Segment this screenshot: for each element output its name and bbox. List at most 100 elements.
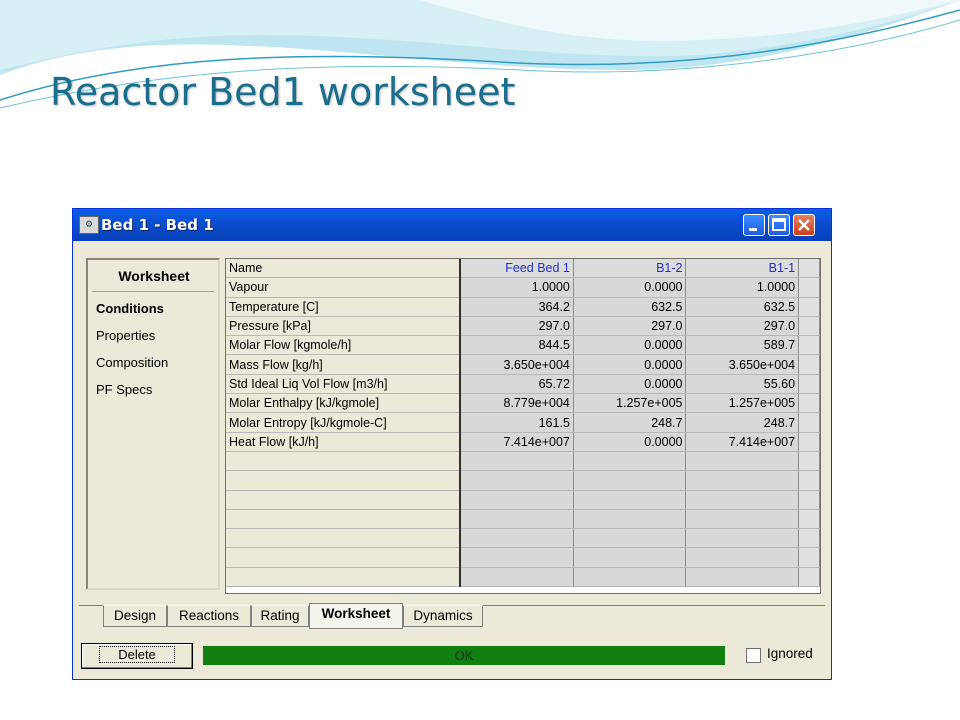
cell-b1-2[interactable]: 0.0000 [573, 277, 687, 298]
ignored-checkbox[interactable] [746, 648, 761, 663]
nav-item-properties[interactable]: Properties [96, 328, 155, 343]
empty-cell[interactable] [685, 451, 800, 472]
slide-title: Reactor Bed1 worksheet [50, 70, 516, 114]
empty-cell[interactable] [460, 567, 574, 588]
table-row: Pressure [kPa] 297.0 297.0 297.0 [226, 316, 820, 337]
close-button[interactable] [793, 214, 815, 236]
column-header-feed-bed-1[interactable]: Feed Bed 1 [460, 259, 574, 279]
empty-cell[interactable] [573, 547, 687, 568]
nav-item-conditions[interactable]: Conditions [96, 301, 164, 316]
empty-cell[interactable] [460, 470, 574, 491]
filler-cell [798, 412, 820, 433]
empty-cell[interactable] [573, 490, 687, 510]
filler-cell [798, 297, 820, 317]
cell-b1-1[interactable]: 297.0 [685, 316, 800, 337]
tab-dynamics[interactable]: Dynamics [403, 605, 483, 627]
cell-feed-bed-1[interactable]: 3.650e+004 [460, 354, 574, 375]
empty-cell[interactable] [573, 528, 687, 549]
filler-cell [798, 374, 820, 395]
table-header-row: Name Feed Bed 1 B1-2 B1-1 [226, 259, 820, 279]
cell-b1-2[interactable]: 297.0 [573, 316, 687, 337]
cell-feed-bed-1[interactable]: 1.0000 [460, 277, 574, 298]
hysys-app-icon[interactable]: ⚙ [79, 216, 99, 234]
empty-cell[interactable] [685, 509, 800, 530]
cell-feed-bed-1[interactable]: 65.72 [460, 374, 574, 395]
empty-cell[interactable] [460, 451, 574, 472]
empty-table-row [226, 509, 820, 530]
row-label: Molar Entropy [kJ/kgmole-C] [226, 412, 462, 433]
empty-row-label [226, 567, 462, 588]
nav-item-composition[interactable]: Composition [96, 355, 168, 370]
cell-b1-2[interactable]: 248.7 [573, 412, 687, 433]
empty-row-label [226, 528, 462, 549]
empty-table-row [226, 451, 820, 472]
empty-cell[interactable] [460, 490, 574, 510]
tab-worksheet[interactable]: Worksheet [309, 603, 403, 629]
filler-cell [798, 451, 820, 472]
cell-b1-1[interactable]: 1.0000 [685, 277, 800, 298]
cell-b1-2[interactable]: 1.257e+005 [573, 393, 687, 414]
table-row: Vapour 1.0000 0.0000 1.0000 [226, 277, 820, 298]
empty-cell[interactable] [685, 528, 800, 549]
cell-b1-2[interactable]: 632.5 [573, 297, 687, 317]
row-label: Heat Flow [kJ/h] [226, 432, 462, 452]
minimize-button[interactable] [743, 214, 765, 236]
cell-feed-bed-1[interactable]: 8.779e+004 [460, 393, 574, 414]
cell-feed-bed-1[interactable]: 7.414e+007 [460, 432, 574, 452]
row-label: Molar Flow [kgmole/h] [226, 335, 462, 356]
cell-b1-1[interactable]: 632.5 [685, 297, 800, 317]
empty-cell[interactable] [685, 547, 800, 568]
worksheet-nav: Worksheet Conditions Properties Composit… [86, 258, 220, 590]
column-header-b1-2[interactable]: B1-2 [573, 259, 687, 279]
cell-b1-2[interactable]: 0.0000 [573, 335, 687, 356]
empty-cell[interactable] [685, 470, 800, 491]
cell-feed-bed-1[interactable]: 297.0 [460, 316, 574, 337]
empty-cell[interactable] [573, 451, 687, 472]
tab-rating[interactable]: Rating [251, 605, 309, 627]
empty-cell[interactable] [573, 509, 687, 530]
row-label: Molar Enthalpy [kJ/kgmole] [226, 393, 462, 414]
filler-cell [798, 470, 820, 491]
filler-cell [798, 490, 820, 510]
window-titlebar[interactable]: ⚙ Bed 1 - Bed 1 [73, 209, 831, 241]
cell-b1-1[interactable]: 1.257e+005 [685, 393, 800, 414]
cell-feed-bed-1[interactable]: 844.5 [460, 335, 574, 356]
filler-cell [798, 316, 820, 337]
header-filler-cell [798, 259, 820, 279]
nav-item-pf-specs[interactable]: PF Specs [96, 382, 152, 397]
cell-b1-1[interactable]: 589.7 [685, 335, 800, 356]
filler-cell [798, 567, 820, 588]
table-row: Molar Flow [kgmole/h] 844.5 0.0000 589.7 [226, 335, 820, 356]
cell-feed-bed-1[interactable]: 161.5 [460, 412, 574, 433]
empty-cell[interactable] [460, 509, 574, 530]
cell-b1-2[interactable]: 0.0000 [573, 354, 687, 375]
empty-cell[interactable] [460, 528, 574, 549]
nav-header: Worksheet [118, 268, 190, 284]
maximize-icon [772, 218, 786, 231]
cell-b1-1[interactable]: 55.60 [685, 374, 800, 395]
cell-b1-2[interactable]: 0.0000 [573, 374, 687, 395]
empty-cell[interactable] [573, 470, 687, 491]
filler-cell [798, 354, 820, 375]
tab-design[interactable]: Design [103, 605, 167, 627]
row-label: Mass Flow [kg/h] [226, 354, 462, 375]
cell-b1-1[interactable]: 7.414e+007 [685, 432, 800, 452]
tab-reactions[interactable]: Reactions [167, 605, 251, 627]
column-header-b1-1[interactable]: B1-1 [685, 259, 800, 279]
delete-button[interactable]: Delete [81, 643, 193, 669]
close-icon [798, 219, 810, 231]
bed-window: ⚙ Bed 1 - Bed 1 Worksheet Conditions Pro… [72, 208, 832, 680]
maximize-button[interactable] [768, 214, 790, 236]
cell-b1-1[interactable]: 3.650e+004 [685, 354, 800, 375]
empty-table-row [226, 528, 820, 549]
empty-cell[interactable] [685, 567, 800, 588]
empty-cell[interactable] [685, 490, 800, 510]
cell-feed-bed-1[interactable]: 364.2 [460, 297, 574, 317]
cell-b1-1[interactable]: 248.7 [685, 412, 800, 433]
filler-cell [798, 509, 820, 530]
empty-cell[interactable] [460, 547, 574, 568]
worksheet-content: Worksheet Conditions Properties Composit… [81, 253, 825, 609]
empty-cell[interactable] [573, 567, 687, 588]
cell-b1-2[interactable]: 0.0000 [573, 432, 687, 452]
table-row: Temperature [C] 364.2 632.5 632.5 [226, 297, 820, 317]
